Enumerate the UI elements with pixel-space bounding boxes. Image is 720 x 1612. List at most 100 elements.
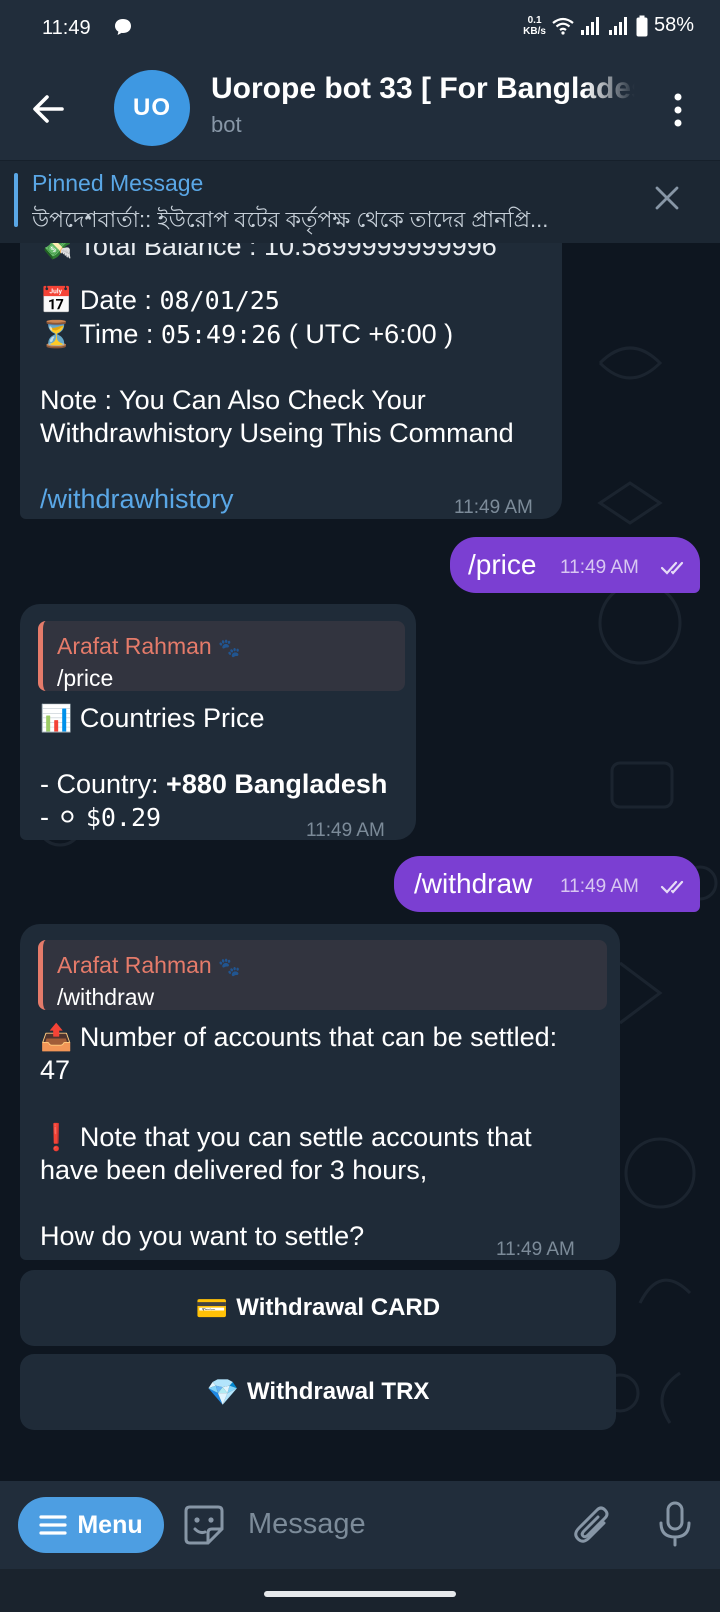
outbox-tray-icon: 📤 <box>40 1022 73 1052</box>
accounts-line: 📤 Number of accounts that can be settled… <box>40 1020 557 1054</box>
chat-header: UO Uorope bot 33 [ For Bangladesh bot <box>0 56 720 161</box>
price-line: - ⚪ $0.29 <box>40 800 161 835</box>
signal-icon <box>580 16 599 35</box>
battery-icon <box>636 15 648 36</box>
network-speed-unit: KB/s <box>523 25 546 37</box>
message-time: 11:49 AM <box>496 1239 575 1260</box>
signal-icon <box>608 16 627 35</box>
network-speed-value: 0.1 <box>527 14 542 26</box>
price-heading: 📊 Countries Price <box>40 701 264 735</box>
withdrawal-card-label: Withdrawal CARD <box>236 1294 441 1321</box>
chat-subtitle: bot <box>211 112 242 137</box>
date-line: 📅 Date : 08/01/25 <box>40 283 280 318</box>
country-value: +880 Bangladesh <box>166 769 388 799</box>
avatar-initials: UO <box>133 94 171 121</box>
hourglass-icon: ⏳ <box>40 319 73 349</box>
back-arrow-icon <box>33 95 64 123</box>
time-line: ⏳ Time : 05:49:26 ( UTC +6:00 ) <box>40 317 453 352</box>
message-time: 11:49 AM <box>454 497 533 518</box>
country-prefix: - Country: <box>40 769 167 799</box>
money-bag-icon: 💸 <box>40 243 73 261</box>
note-line-2: Withdrawhistory Useing This Command <box>40 418 514 448</box>
total-balance-line: Total Balance : 10.5899999999996 <box>79 243 497 261</box>
time-value: 05:49:26 <box>160 320 282 349</box>
withdrawal-trx-button[interactable]: 💎 Withdrawal TRX <box>20 1354 616 1430</box>
price-heading-text: Countries Price <box>79 703 265 733</box>
date-label: Date : <box>79 285 160 315</box>
message-bubble-outgoing[interactable]: /withdraw 11:49 AM <box>394 856 700 912</box>
close-icon[interactable] <box>654 185 680 211</box>
more-vertical-icon <box>674 93 682 127</box>
network-speed: 0.1 KB/s <box>523 15 546 37</box>
message-time: 11:49 AM <box>560 876 639 897</box>
time-label: Time : <box>79 319 161 349</box>
message-bubble-incoming[interactable]: 💸 Total Balance : 10.5899999999996 📅 Dat… <box>20 243 562 519</box>
accounts-count: 47 <box>40 1055 71 1085</box>
message-bubble-incoming[interactable]: Arafat Rahman 🐾 /withdraw 📤 Number of ac… <box>20 924 620 1260</box>
withdrawal-trx-label: Withdrawal TRX <box>246 1378 430 1405</box>
reply-preview[interactable]: Arafat Rahman 🐾 /withdraw <box>38 940 607 1010</box>
message-bubble-outgoing[interactable]: /price 11:49 AM <box>450 537 700 593</box>
message-input-bar: Menu <box>0 1481 720 1569</box>
more-options-button[interactable] <box>668 90 688 130</box>
wifi-icon <box>552 17 574 35</box>
pinned-indicator <box>14 173 18 227</box>
attach-icon[interactable] <box>572 1503 614 1547</box>
pinned-text: উপদেশবার্তা:: ইউরোপ বটের কর্তৃপক্ষ থেকে … <box>32 207 549 232</box>
menu-button[interactable]: Menu <box>18 1497 164 1553</box>
calendar-icon: 📅 <box>40 285 73 315</box>
time-zone: ( UTC +6:00 ) <box>281 319 454 349</box>
message-line: 💸 Total Balance : 10.5899999999996 <box>40 243 497 263</box>
message-time: 11:49 AM <box>306 820 385 841</box>
message-time: 11:49 AM <box>560 557 639 578</box>
double-check-icon <box>660 880 684 894</box>
paw-icon: 🐾 <box>218 638 241 658</box>
back-button[interactable] <box>28 89 68 129</box>
reply-author-name: Arafat Rahman <box>57 633 212 659</box>
status-bar: 11:49 0.1 KB/s 58% <box>0 0 720 56</box>
exclamation-icon: ❗ <box>40 1122 73 1152</box>
home-indicator[interactable] <box>264 1591 456 1597</box>
message-input[interactable] <box>246 1501 550 1547</box>
credit-card-icon: 💳 <box>195 1292 229 1323</box>
note-text-1: Note that you can settle accounts that <box>79 1122 532 1152</box>
settle-question: How do you want to settle? <box>40 1221 365 1251</box>
gem-icon: 💎 <box>206 1376 239 1407</box>
reply-preview[interactable]: Arafat Rahman 🐾 /price <box>38 621 405 691</box>
withdrawhistory-command-link[interactable]: /withdrawhistory <box>40 482 234 516</box>
battery-percent: 58% <box>653 14 694 36</box>
message-text: /price <box>468 549 537 580</box>
message-bubble-incoming[interactable]: Arafat Rahman 🐾 /price 📊 Countries Price… <box>20 604 416 841</box>
menu-icon <box>39 1515 67 1535</box>
reply-author: Arafat Rahman 🐾 <box>57 948 241 984</box>
message-text: /withdraw <box>414 868 533 899</box>
status-time: 11:49 <box>42 17 91 39</box>
accounts-text: Number of accounts that can be settled: <box>79 1022 558 1052</box>
pinned-title: Pinned Message <box>32 170 204 196</box>
white-circle-icon: ⚪ <box>56 802 79 832</box>
chart-icon: 📊 <box>40 703 73 733</box>
microphone-icon[interactable] <box>658 1501 692 1547</box>
country-line: - Country: +880 Bangladesh <box>40 767 387 801</box>
menu-label: Menu <box>77 1510 143 1539</box>
sticker-icon[interactable] <box>182 1503 226 1547</box>
status-icons: 0.1 KB/s 58% <box>523 14 694 37</box>
chat-notification-icon <box>114 18 132 41</box>
price-prefix: - <box>40 802 57 832</box>
avatar[interactable]: UO <box>114 70 190 146</box>
double-check-icon <box>660 561 684 575</box>
chat-title[interactable]: Uorope bot 33 [ For Bangladesh <box>211 72 635 106</box>
paw-icon: 🐾 <box>218 957 241 977</box>
system-navigation-bar <box>0 1569 720 1612</box>
reply-author-name: Arafat Rahman <box>57 952 212 978</box>
pinned-message-bar[interactable]: Pinned Message উপদেশবার্তা:: ইউরোপ বটের … <box>0 161 720 243</box>
note-line: ❗ Note that you can settle accounts that <box>40 1120 532 1154</box>
withdrawal-card-button[interactable]: 💳 Withdrawal CARD <box>20 1270 616 1346</box>
reply-text: /price <box>57 665 114 691</box>
note-text-2: have been delivered for 3 hours, <box>40 1155 428 1185</box>
note-line-1: Note : You Can Also Check Your <box>40 385 426 415</box>
chat-area[interactable]: 💸 Total Balance : 10.5899999999996 📅 Dat… <box>0 243 720 1481</box>
reply-author: Arafat Rahman 🐾 <box>57 629 241 665</box>
price-value: $0.29 <box>85 803 162 832</box>
reply-text: /withdraw <box>57 984 155 1010</box>
